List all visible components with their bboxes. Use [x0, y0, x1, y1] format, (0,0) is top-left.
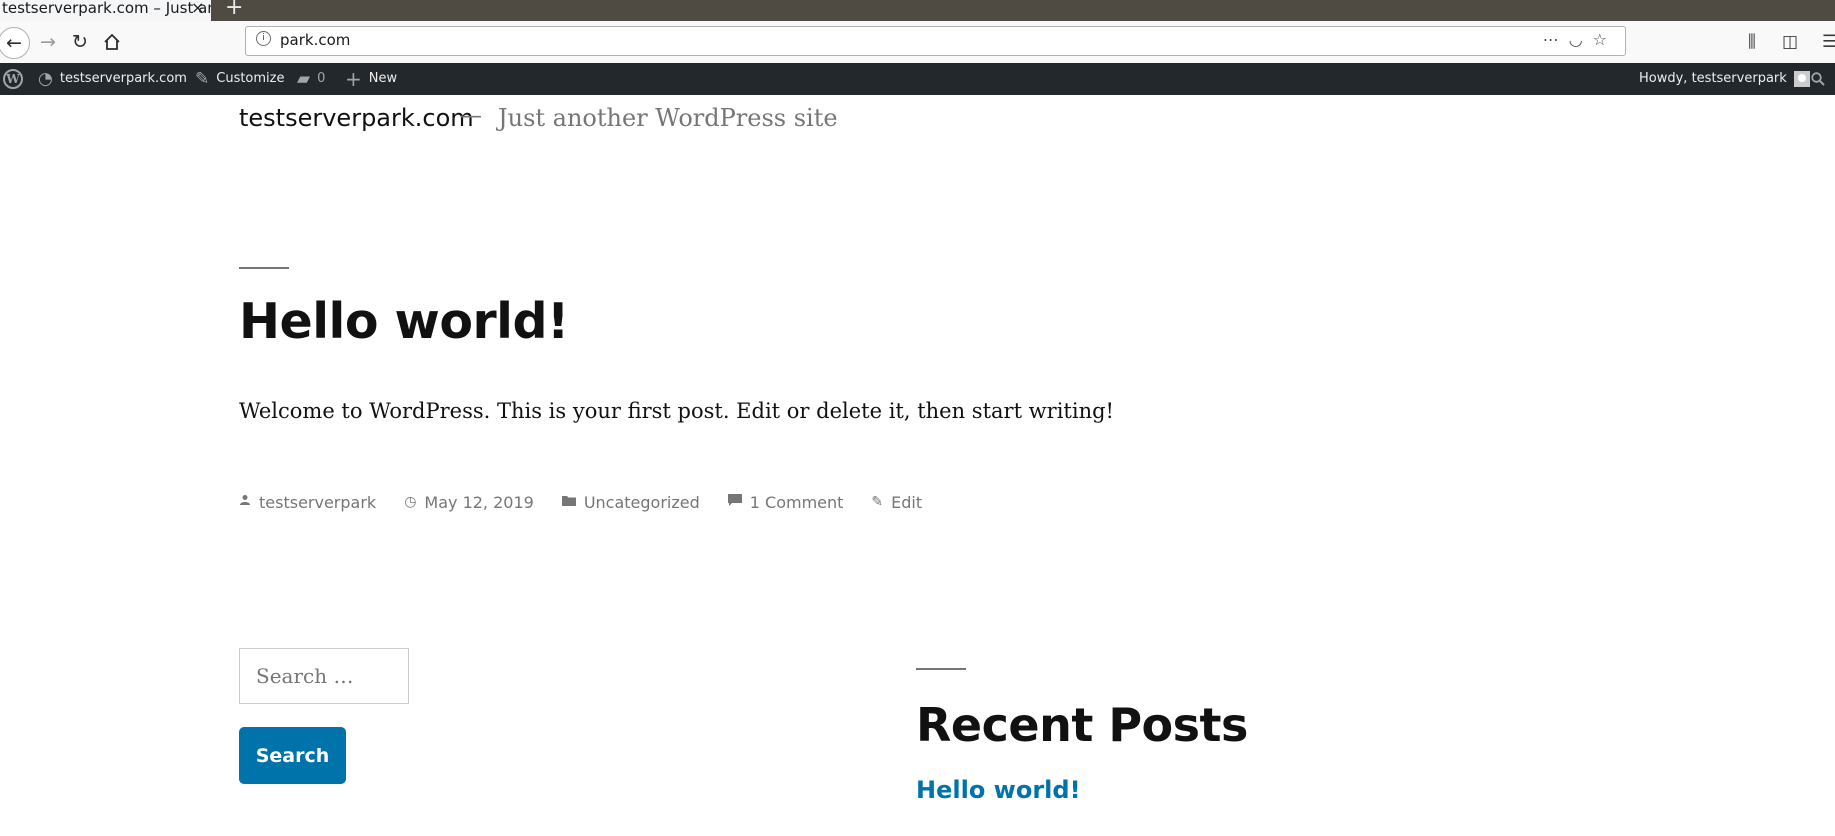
post-author[interactable]: testserverpark: [259, 493, 376, 512]
menu-icon[interactable]: ☰: [1822, 32, 1835, 52]
site-title[interactable]: testserverpark.com: [239, 104, 474, 132]
tab-title: testserverpark.com – Just another WordPr…: [2, 0, 211, 17]
brush-icon: ✎: [195, 69, 210, 89]
browser-tab[interactable]: testserverpark.com – Just another WordPr…: [0, 0, 211, 21]
wp-logo-menu[interactable]: W: [3, 63, 23, 95]
title-separator: —: [460, 104, 482, 129]
comment-icon: ▰: [297, 69, 311, 89]
search-button[interactable]: Search: [239, 727, 346, 784]
search-icon: [1811, 72, 1825, 86]
post-divider: [239, 267, 289, 269]
post-meta: testserverpark ◷ May 12, 2019 Uncategori…: [239, 490, 922, 514]
recent-posts-divider: [916, 668, 966, 670]
browser-nav-bar: ← → ↻ i park.com ⋯◡☆ ⫼ ◫ ☰: [0, 21, 1835, 64]
reload-icon: ↻: [72, 31, 88, 53]
library-icon[interactable]: ⫼: [1748, 32, 1756, 52]
howdy-label: Howdy, testserverpark: [1639, 71, 1787, 86]
recent-post-link[interactable]: Hello world!: [916, 776, 1081, 804]
admin-bar-comments[interactable]: ▰ 0: [297, 63, 325, 95]
post-content: Welcome to WordPress. This is your first…: [239, 399, 1114, 423]
browser-tab-strip: testserverpark.com – Just another WordPr…: [0, 0, 1835, 21]
arrow-right-icon: →: [40, 31, 56, 53]
admin-bar-account[interactable]: Howdy, testserverpark: [1639, 63, 1810, 95]
pocket-icon[interactable]: ◡: [1569, 30, 1593, 49]
comment-count: 0: [317, 71, 326, 86]
post-comments-link[interactable]: 1 Comment: [750, 493, 844, 512]
more-icon[interactable]: ⋯: [1543, 30, 1569, 49]
url-text[interactable]: park.com: [280, 31, 350, 49]
site-name-label: testserverpark.com: [59, 71, 187, 86]
new-tab-button[interactable]: +: [225, 0, 243, 19]
bookmark-star-icon[interactable]: ☆: [1593, 30, 1617, 49]
arrow-left-icon: ←: [6, 32, 22, 54]
plus-icon: +: [345, 67, 362, 91]
back-button[interactable]: ←: [0, 27, 30, 59]
post-date[interactable]: May 12, 2019: [424, 493, 533, 512]
person-icon: [239, 494, 251, 510]
admin-bar-customize[interactable]: ✎ Customize: [195, 63, 285, 95]
site-description: Just another WordPress site: [498, 104, 838, 132]
new-label: New: [368, 71, 398, 86]
avatar: [1793, 71, 1810, 87]
home-icon: [104, 33, 120, 50]
wp-admin-bar: W ◔ testserverpark.com ✎ Customize ▰ 0 +…: [0, 63, 1835, 95]
admin-bar-site-name[interactable]: ◔ testserverpark.com: [38, 63, 187, 95]
home-button[interactable]: [96, 26, 128, 58]
forward-button[interactable]: →: [32, 26, 64, 58]
pencil-icon: ✎: [871, 494, 884, 510]
info-icon[interactable]: i: [256, 31, 271, 46]
folder-icon: [561, 494, 576, 510]
clock-icon: ◷: [404, 494, 417, 510]
url-actions: ⋯◡☆: [1543, 30, 1617, 49]
sidebar-icon[interactable]: ◫: [1782, 32, 1798, 52]
admin-bar-search[interactable]: [1811, 63, 1825, 95]
admin-bar-new[interactable]: + New: [345, 63, 397, 95]
post-title[interactable]: Hello world!: [239, 293, 569, 350]
recent-posts-heading: Recent Posts: [916, 698, 1248, 752]
post-category[interactable]: Uncategorized: [584, 493, 700, 512]
post-edit-link[interactable]: Edit: [891, 493, 922, 512]
wordpress-icon: W: [3, 69, 23, 89]
comment-icon: [727, 493, 742, 511]
tab-close-icon[interactable]: ×: [191, 0, 204, 16]
url-bar[interactable]: i park.com ⋯◡☆: [245, 26, 1626, 56]
search-input[interactable]: Search …: [239, 648, 409, 704]
reload-button[interactable]: ↻: [64, 26, 96, 58]
customize-label: Customize: [216, 71, 285, 86]
dashboard-icon: ◔: [38, 69, 53, 89]
